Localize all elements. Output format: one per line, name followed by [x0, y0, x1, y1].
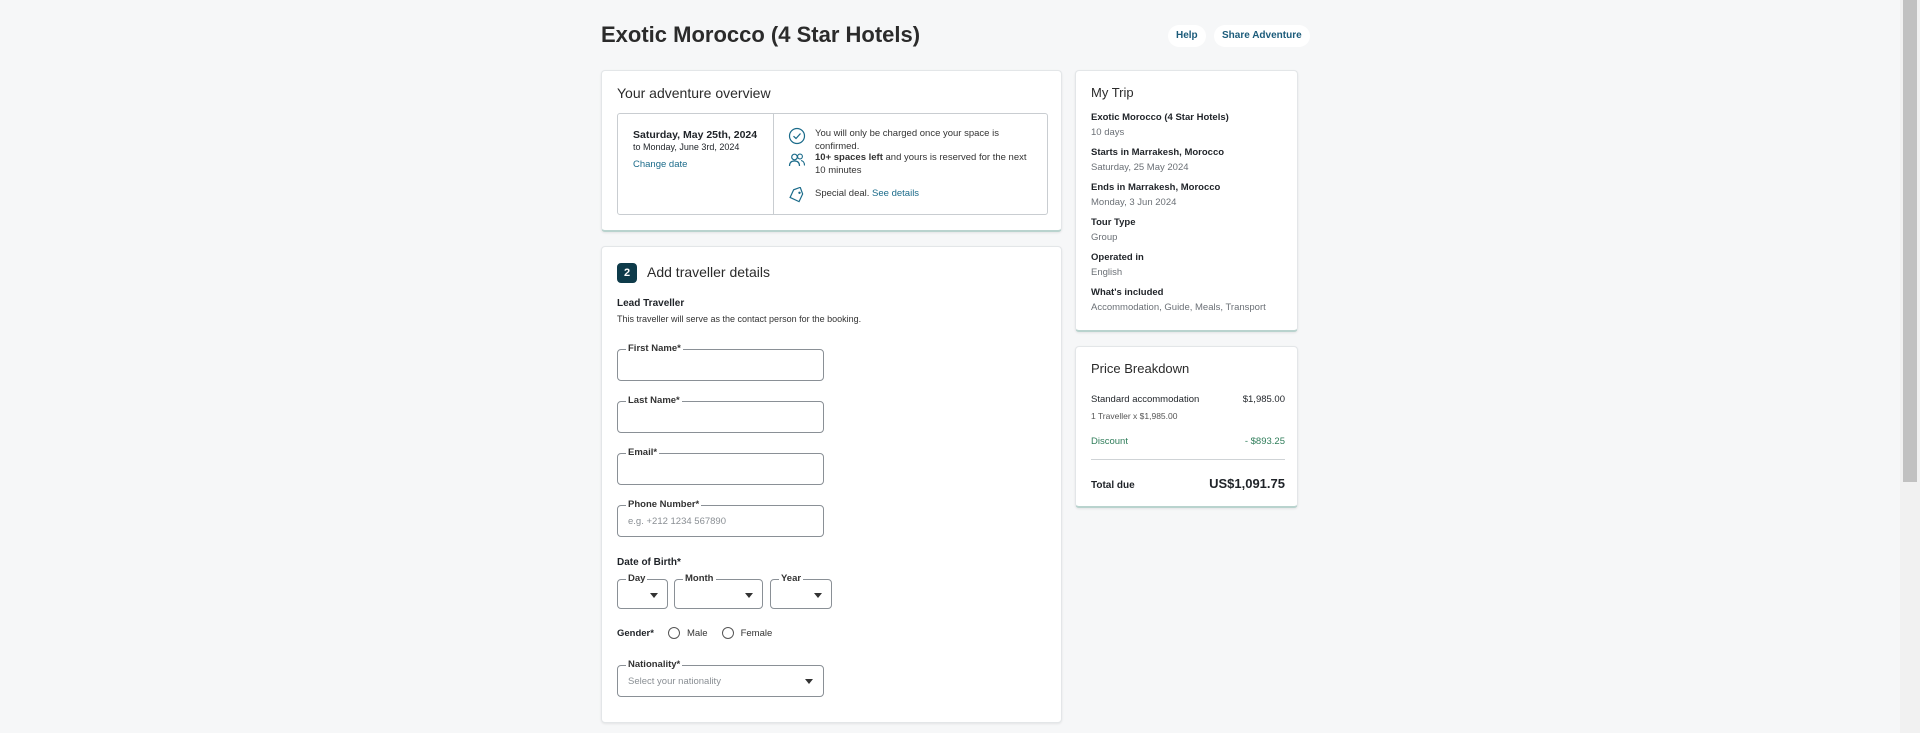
female-label: Female	[740, 627, 773, 639]
trip-item-tour-type: Tour Type Group	[1091, 217, 1136, 243]
email-label: Email*	[626, 447, 660, 458]
day-label: Day	[626, 573, 648, 584]
lead-traveller-title: Lead Traveller	[617, 298, 685, 309]
people-icon	[788, 153, 806, 167]
trip-item-value: Group	[1091, 232, 1118, 243]
last-name-label: Last Name*	[626, 395, 682, 406]
overview-dates: Saturday, May 25th, 2024 to Monday, June…	[618, 114, 774, 214]
trip-item-end: Ends in Marrakesh, Morocco Monday, 3 Jun…	[1091, 182, 1220, 208]
trip-item-name: Exotic Morocco (4 Star Hotels) 10 days	[1091, 112, 1229, 138]
deal-text: Special deal.	[815, 188, 870, 199]
trip-item-key: Tour Type	[1091, 217, 1136, 228]
trip-item-value: Accommodation, Guide, Meals, Transport	[1091, 302, 1266, 313]
change-date-link[interactable]: Change date	[633, 159, 687, 170]
trip-item-value: Monday, 3 Jun 2024	[1091, 197, 1177, 208]
total-label: Total due	[1091, 480, 1135, 491]
spaces-bold: 10+ spaces left	[815, 152, 883, 163]
first-name-field[interactable]: First Name*	[617, 343, 824, 381]
gender-row: Gender* Male Female	[617, 627, 786, 639]
accommodation-value: $1,985.00	[1242, 394, 1285, 405]
overview-title: Your adventure overview	[617, 85, 771, 101]
email-field[interactable]: Email*	[617, 447, 824, 485]
phone-number-field[interactable]: Phone Number* e.g. +212 1234 567890	[617, 499, 824, 537]
trip-item-value: Saturday, 25 May 2024	[1091, 162, 1189, 173]
chevron-down-icon	[745, 593, 753, 598]
traveller-details-card: 2 Add traveller details Lead Traveller T…	[601, 246, 1062, 723]
page-title: Exotic Morocco (4 Star Hotels)	[601, 22, 921, 47]
accommodation-row: Standard accommodation $1,985.00	[1091, 394, 1285, 405]
nationality-label: Nationality*	[626, 659, 683, 670]
trip-item-key: Exotic Morocco (4 Star Hotels)	[1091, 112, 1229, 123]
price-breakdown-title: Price Breakdown	[1091, 361, 1190, 376]
overview-box: Saturday, May 25th, 2024 to Monday, June…	[617, 113, 1048, 215]
trip-item-included: What's included Accommodation, Guide, Me…	[1091, 287, 1266, 313]
traveller-title: Add traveller details	[647, 264, 770, 280]
dob-year-select[interactable]: Year	[770, 573, 832, 609]
check-circle-icon	[788, 127, 806, 145]
trip-item-key: Starts in Marrakesh, Morocco	[1091, 147, 1225, 158]
gender-male-option[interactable]: Male	[667, 627, 708, 639]
total-row: Total due US$1,091.75	[1091, 476, 1285, 491]
scrollbar-thumb[interactable]	[1903, 0, 1917, 482]
step-badge: 2	[617, 263, 637, 283]
discount-label: Discount	[1091, 436, 1128, 447]
date-start: Saturday, May 25th, 2024	[633, 129, 758, 141]
female-radio[interactable]	[721, 627, 734, 639]
help-button[interactable]: Help	[1168, 25, 1206, 47]
divider	[1091, 459, 1285, 460]
trip-item-key: Ends in Marrakesh, Morocco	[1091, 182, 1221, 193]
dob-day-select[interactable]: Day	[617, 573, 668, 609]
male-label: Male	[686, 627, 708, 639]
adventure-overview-card: Your adventure overview Saturday, May 25…	[601, 70, 1062, 232]
accommodation-label: Standard accommodation	[1091, 394, 1200, 405]
accommodation-sub: 1 Traveller x $1,985.00	[1091, 411, 1178, 421]
first-name-label: First Name*	[626, 343, 683, 354]
price-breakdown-card: Price Breakdown Standard accommodation $…	[1075, 346, 1298, 508]
trip-item-start: Starts in Marrakesh, Morocco Saturday, 2…	[1091, 147, 1224, 173]
lead-traveller-subtitle: This traveller will serve as the contact…	[617, 314, 862, 324]
male-radio[interactable]	[667, 627, 680, 639]
share-adventure-button[interactable]: Share Adventure	[1214, 25, 1310, 47]
chevron-down-icon	[805, 679, 813, 684]
trip-item-operated-in: Operated in English	[1091, 252, 1144, 278]
chevron-down-icon	[650, 593, 658, 598]
deal-text-wrap: Special deal. See details	[815, 187, 1035, 200]
trip-item-key: What's included	[1091, 287, 1164, 298]
discount-value: - $893.25	[1244, 436, 1285, 447]
tag-icon	[789, 187, 804, 203]
dob-month-select[interactable]: Month	[674, 573, 763, 609]
trip-item-value: 10 days	[1091, 127, 1125, 138]
chevron-down-icon	[814, 593, 822, 598]
my-trip-card: My Trip Exotic Morocco (4 Star Hotels) 1…	[1075, 70, 1298, 332]
month-label: Month	[683, 573, 716, 584]
gender-label: Gender*	[617, 627, 654, 639]
nationality-placeholder: Select your nationality	[628, 676, 721, 687]
discount-row: Discount - $893.25	[1091, 436, 1285, 447]
total-value: US$1,091.75	[1209, 476, 1285, 491]
trip-item-key: Operated in	[1091, 252, 1144, 263]
phone-placeholder: e.g. +212 1234 567890	[628, 516, 726, 527]
spaces-text: 10+ spaces left and yours is reserved fo…	[815, 151, 1035, 177]
my-trip-title: My Trip	[1091, 85, 1134, 100]
year-label: Year	[779, 573, 804, 584]
gender-female-option[interactable]: Female	[721, 627, 773, 639]
vertical-scrollbar[interactable]	[1900, 0, 1920, 733]
phone-number-label: Phone Number*	[626, 499, 702, 510]
trip-item-value: English	[1091, 267, 1123, 278]
charged-note-text: You will only be charged once your space…	[815, 128, 999, 152]
nationality-select[interactable]: Nationality* Select your nationality	[617, 659, 824, 697]
date-of-birth-label: Date of Birth*	[617, 557, 681, 568]
last-name-field[interactable]: Last Name*	[617, 395, 824, 433]
see-details-link[interactable]: See details	[872, 188, 919, 199]
date-end: to Monday, June 3rd, 2024	[633, 142, 740, 152]
